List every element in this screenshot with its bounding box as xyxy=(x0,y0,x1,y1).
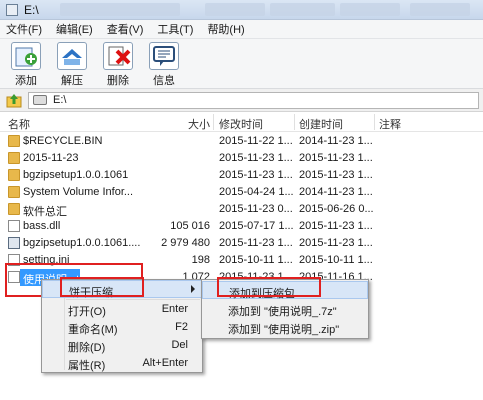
col-comment[interactable]: 注释 xyxy=(379,116,401,132)
menu-bar: 文件(F) 编辑(E) 查看(V) 工具(T) 帮助(H) xyxy=(0,20,483,39)
list-item[interactable]: System Volume Infor... 2015-04-24 1... 2… xyxy=(0,184,483,201)
folder-icon xyxy=(8,169,20,181)
blurred-tab xyxy=(340,3,400,16)
list-item[interactable]: 软件总汇 2015-11-23 0... 2015-06-26 0... xyxy=(0,201,483,218)
menu-item-rename[interactable]: 重命名(M) F2 xyxy=(42,318,202,336)
menu-item-open[interactable]: 打开(O) Enter xyxy=(42,300,202,318)
menu-item-properties[interactable]: 属性(R) Alt+Enter xyxy=(42,354,202,372)
window-title: E:\ xyxy=(24,2,39,17)
blurred-tab xyxy=(270,3,335,16)
blurred-tab xyxy=(410,3,470,16)
blurred-tab xyxy=(60,3,180,16)
address-bar: E:\ xyxy=(0,89,483,112)
add-button[interactable]: 添加 xyxy=(8,39,44,88)
add-icon xyxy=(11,42,41,70)
add-label: 添加 xyxy=(15,75,37,87)
delete-button[interactable]: 删除 xyxy=(100,39,136,88)
file-icon xyxy=(8,220,20,232)
col-created[interactable]: 创建时间 xyxy=(299,116,343,132)
list-item[interactable]: 2015-11-23 2015-11-23 1... 2015-11-23 1.… xyxy=(0,150,483,167)
menu-file[interactable]: 文件(F) xyxy=(6,21,42,37)
col-name[interactable]: 名称 xyxy=(8,116,30,132)
delete-label: 删除 xyxy=(107,75,129,87)
address-field[interactable]: E:\ xyxy=(28,91,479,109)
info-icon xyxy=(149,42,179,70)
header-divider[interactable] xyxy=(374,114,375,130)
extract-label: 解压 xyxy=(61,75,83,87)
folder-icon xyxy=(8,135,20,147)
col-modified[interactable]: 修改时间 xyxy=(219,116,263,132)
up-folder-button[interactable] xyxy=(6,92,22,108)
submenu-item-add-7z[interactable]: 添加到 "使用说明_.7z" xyxy=(202,300,368,318)
exe-icon xyxy=(8,237,20,249)
list-header: 名称 大小 修改时间 创建时间 注释 xyxy=(0,112,483,132)
blurred-tab xyxy=(205,3,265,16)
app-icon xyxy=(6,3,18,16)
list-item[interactable]: bass.dll 105 016 2015-07-17 1... 2015-11… xyxy=(0,218,483,235)
menu-help[interactable]: 帮助(H) xyxy=(207,21,244,37)
submenu-item-add-zip[interactable]: 添加到 "使用说明_.zip" xyxy=(202,318,368,336)
extract-icon xyxy=(57,42,87,70)
list-item[interactable]: bgzipsetup1.0.0.1061.... 2 979 480 2015-… xyxy=(0,235,483,252)
header-divider[interactable] xyxy=(294,114,295,130)
toolbar: 添加 解压 删除 信息 xyxy=(0,39,483,89)
up-arrow-icon xyxy=(6,94,22,108)
list-item[interactable]: $RECYCLE.BIN 2015-11-22 1... 2014-11-23 … xyxy=(0,133,483,150)
annotation-box xyxy=(217,277,321,297)
drive-icon xyxy=(33,95,47,105)
list-item[interactable]: bgzipsetup1.0.0.1061 2015-11-23 1... 201… xyxy=(0,167,483,184)
menu-tools[interactable]: 工具(T) xyxy=(157,21,193,37)
extract-button[interactable]: 解压 xyxy=(54,39,90,88)
annotation-box xyxy=(60,277,144,297)
menu-edit[interactable]: 编辑(E) xyxy=(56,21,93,37)
title-bar: E:\ xyxy=(0,0,483,20)
info-button[interactable]: 信息 xyxy=(146,39,182,88)
submenu-arrow-icon xyxy=(191,285,195,293)
info-label: 信息 xyxy=(153,75,175,87)
menu-item-delete[interactable]: 删除(D) Del xyxy=(42,336,202,354)
folder-icon xyxy=(8,203,20,215)
folder-icon xyxy=(8,152,20,164)
col-size[interactable]: 大小 xyxy=(188,116,210,132)
folder-icon xyxy=(8,186,20,198)
address-value: E:\ xyxy=(53,94,67,106)
delete-icon xyxy=(103,42,133,70)
header-divider[interactable] xyxy=(213,114,214,130)
menu-view[interactable]: 查看(V) xyxy=(107,21,144,37)
